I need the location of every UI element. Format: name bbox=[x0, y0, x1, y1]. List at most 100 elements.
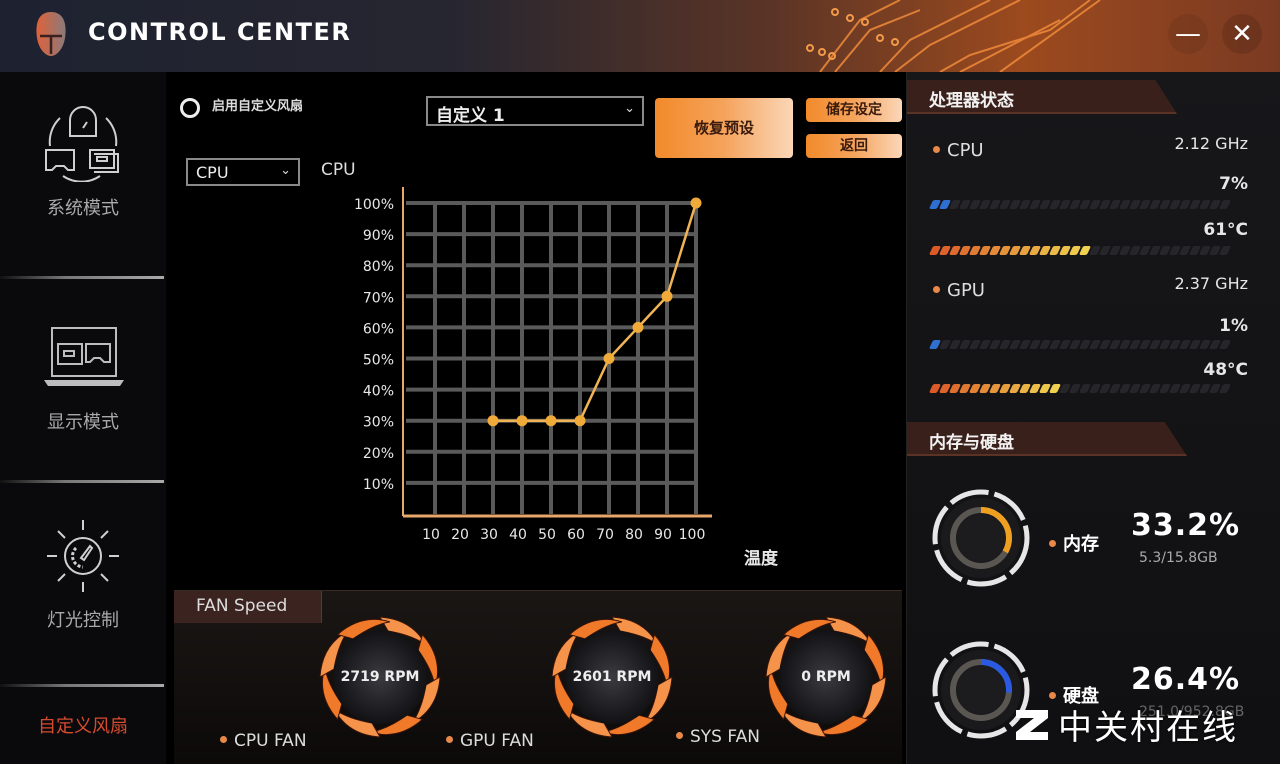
sidebar-divider bbox=[0, 684, 164, 687]
fan-control-panel: 启用自定义风扇 自定义 1 ⌄ 恢复预设 储存设定 返回 CPU ⌄ CPU 1… bbox=[166, 72, 906, 764]
y-tick-label: 90% bbox=[363, 228, 394, 244]
gpu-fan-label: GPU FAN bbox=[446, 731, 534, 751]
sidebar-item-lighting-control[interactable]: 灯光控制 bbox=[0, 518, 166, 632]
sidebar-item-system-mode[interactable]: 系统模式 bbox=[0, 106, 166, 220]
memory-ring-gauge bbox=[932, 489, 1030, 587]
fan-speed-tab: FAN Speed bbox=[174, 591, 322, 623]
bar-segment bbox=[1218, 200, 1232, 209]
memory-label: 内存 bbox=[1049, 530, 1099, 556]
fan-curve-point[interactable] bbox=[574, 415, 586, 427]
sidebar-item-label: 自定义风扇 bbox=[38, 716, 128, 737]
x-tick-label: 30 bbox=[480, 527, 498, 543]
gpu-label: GPU bbox=[933, 280, 985, 301]
y-tick-label: 80% bbox=[363, 259, 394, 275]
bullet-dot bbox=[933, 145, 940, 153]
sys-fan-label: SYS FAN bbox=[676, 727, 760, 747]
gpu-temp-bar bbox=[928, 384, 1232, 394]
y-tick-label: 100% bbox=[354, 197, 394, 213]
lighting-control-icon bbox=[47, 520, 119, 592]
minimize-button[interactable]: — bbox=[1168, 14, 1208, 54]
status-panel: 处理器状态 CPU 2.12 GHz 7% 61°C GPU 2.37 GHz … bbox=[906, 72, 1280, 764]
watermark-text: 中关村在线 bbox=[1058, 708, 1238, 748]
app-title: CONTROL CENTER bbox=[88, 18, 352, 46]
gpu-usage-bar bbox=[928, 340, 1232, 350]
gpu-temp: 48°C bbox=[1203, 360, 1248, 380]
x-tick-label: 100 bbox=[679, 527, 706, 543]
fan-curve-point[interactable] bbox=[690, 197, 702, 209]
bar-segment bbox=[1218, 246, 1232, 255]
cpu-usage: 7% bbox=[1219, 174, 1248, 194]
sidebar-item-label: 显示模式 bbox=[47, 412, 119, 433]
gpu-usage: 1% bbox=[1219, 316, 1248, 336]
bullet-dot bbox=[446, 735, 453, 743]
sidebar-divider bbox=[0, 276, 164, 279]
cpu-usage-bar bbox=[928, 200, 1232, 210]
sidebar: 系统模式 显示模式 灯光控制 自定义风扇 bbox=[0, 72, 166, 764]
fan-speed-title: FAN Speed bbox=[196, 596, 288, 616]
processor-status-header: 处理器状态 bbox=[907, 80, 1177, 114]
x-tick-label: 90 bbox=[654, 527, 672, 543]
fan-curve-chart[interactable]: 10% 20% 30% 40% 50% 60% 70% 80% 90% 100% 10 20 30 40 5… bbox=[166, 72, 906, 592]
x-tick-label: 10 bbox=[422, 527, 440, 543]
disk-percent: 26.4% bbox=[1131, 662, 1241, 697]
x-tick-label: 20 bbox=[451, 527, 469, 543]
bullet-dot bbox=[933, 285, 940, 293]
x-axis-label: 温度 bbox=[744, 548, 779, 569]
alien-logo-icon bbox=[36, 12, 66, 56]
y-tick-label: 20% bbox=[363, 446, 394, 462]
memory-percent: 33.2% bbox=[1131, 508, 1241, 543]
cpu-name: CPU bbox=[947, 140, 984, 161]
cpu-fan-rpm: 2719 RPM bbox=[340, 669, 420, 685]
fan-curve-point[interactable] bbox=[603, 353, 615, 364]
cpu-temp: 61°C bbox=[1203, 220, 1248, 240]
ring-center bbox=[957, 666, 1005, 714]
close-button[interactable]: ✕ bbox=[1222, 14, 1262, 54]
y-tick-label: 40% bbox=[363, 384, 394, 400]
sys-fan-name: SYS FAN bbox=[690, 727, 760, 747]
bullet-dot bbox=[220, 735, 227, 743]
bar-segment bbox=[1218, 384, 1232, 393]
cpu-temp-bar bbox=[928, 246, 1232, 256]
processor-status-title: 处理器状态 bbox=[929, 91, 1014, 111]
system-mode-icon bbox=[45, 106, 119, 182]
fan-curve-point[interactable] bbox=[545, 415, 557, 427]
x-tick-label: 50 bbox=[538, 527, 556, 543]
bullet-dot bbox=[1049, 539, 1056, 547]
watermark-logo-icon bbox=[1016, 710, 1048, 740]
cpu-fan-gauge: 2719 RPM bbox=[316, 613, 444, 741]
gpu-fan-gauge: 2601 RPM bbox=[548, 613, 676, 741]
x-tick-label: 40 bbox=[509, 527, 527, 543]
title-bar: CONTROL CENTER — ✕ bbox=[0, 0, 1280, 72]
fan-curve-point[interactable] bbox=[661, 290, 673, 302]
fan-curve-point[interactable] bbox=[632, 321, 644, 333]
cpu-fan-name: CPU FAN bbox=[234, 731, 307, 751]
circuit-decoration bbox=[806, 0, 1101, 72]
cpu-label: CPU bbox=[933, 140, 984, 161]
gpu-clock: 2.37 GHz bbox=[1174, 274, 1248, 293]
bar-segment bbox=[1218, 340, 1232, 349]
y-tick-label: 70% bbox=[363, 290, 394, 306]
sidebar-item-label: 灯光控制 bbox=[47, 610, 119, 631]
ring-center bbox=[957, 514, 1005, 562]
memory-detail: 5.3/15.8GB bbox=[1139, 550, 1218, 566]
memory-disk-title: 内存与硬盘 bbox=[929, 433, 1014, 453]
sys-fan-gauge: 0 RPM bbox=[762, 613, 890, 741]
bullet-dot bbox=[1049, 691, 1056, 699]
y-tick-label: 50% bbox=[363, 353, 394, 369]
fan-speed-panel: FAN Speed 2719 RPM CPU FAN 2601 RPM GPU … bbox=[174, 590, 902, 764]
gpu-fan-name: GPU FAN bbox=[460, 731, 534, 751]
y-tick-label: 10% bbox=[363, 477, 394, 493]
y-tick-label: 30% bbox=[363, 415, 394, 431]
sidebar-item-display-mode[interactable]: 显示模式 bbox=[0, 320, 166, 434]
gpu-name: GPU bbox=[947, 280, 985, 301]
fan-curve-point[interactable] bbox=[516, 415, 528, 427]
sidebar-item-label: 系统模式 bbox=[47, 198, 119, 219]
sidebar-item-custom-fan[interactable]: 自定义风扇 bbox=[0, 700, 166, 738]
sidebar-divider bbox=[0, 480, 164, 483]
gpu-fan-rpm: 2601 RPM bbox=[572, 669, 652, 685]
sys-fan-rpm: 0 RPM bbox=[801, 669, 851, 685]
display-mode-icon bbox=[44, 327, 124, 386]
bullet-dot bbox=[676, 731, 683, 739]
x-tick-label: 60 bbox=[567, 527, 585, 543]
fan-curve-point[interactable] bbox=[487, 415, 499, 427]
